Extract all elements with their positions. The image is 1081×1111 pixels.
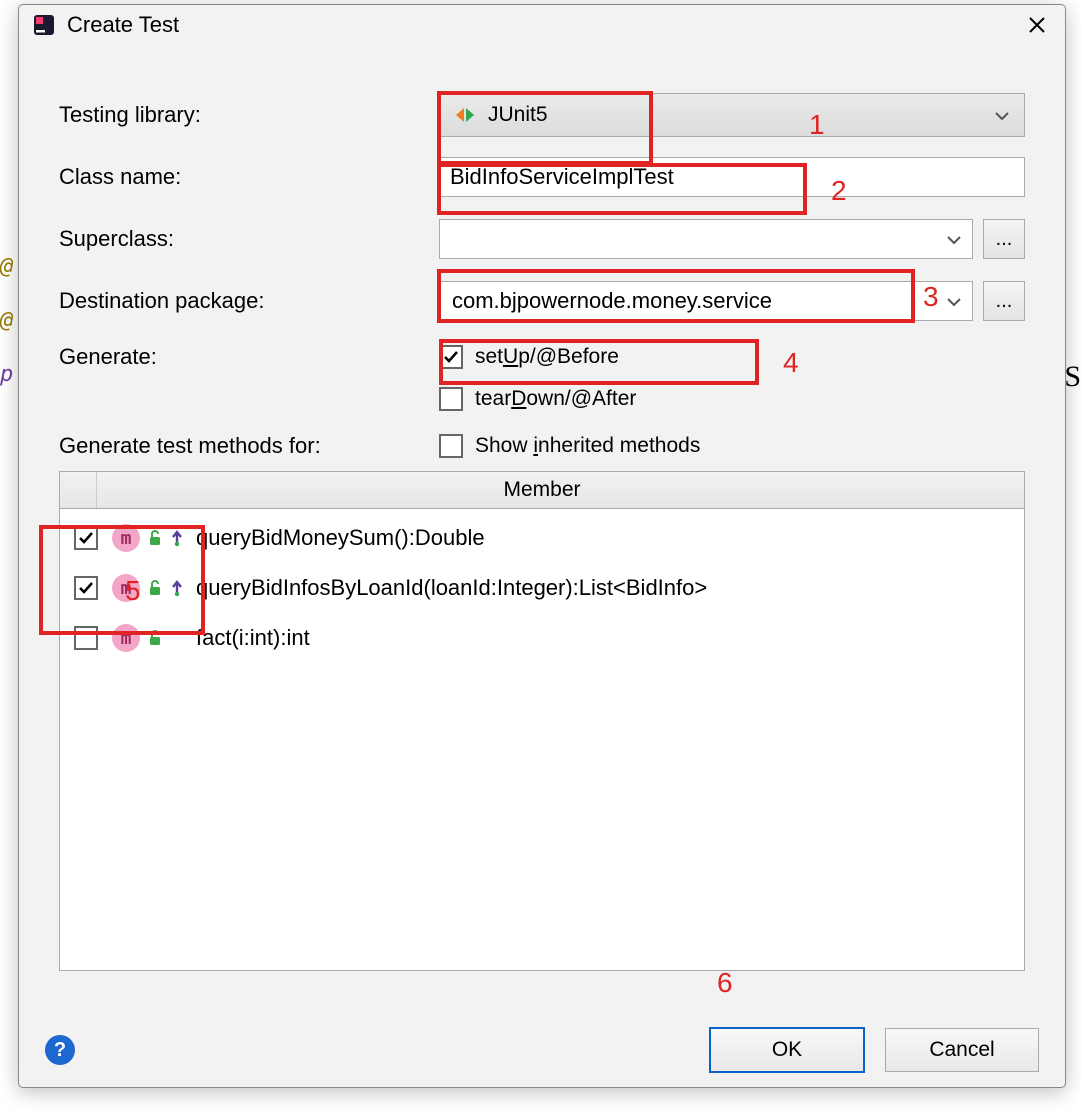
testing-library-label: Testing library: — [59, 102, 439, 128]
generate-methods-label: Generate test methods for: — [59, 425, 439, 467]
superclass-label: Superclass: — [59, 226, 439, 252]
dialog-title: Create Test — [67, 12, 179, 38]
testing-library-dropdown[interactable]: JUnit5 — [439, 93, 1025, 137]
method-icon: m — [112, 574, 140, 602]
lock-open-icon — [146, 579, 164, 597]
member-checkbox[interactable] — [74, 526, 98, 550]
destination-package-input[interactable] — [450, 287, 936, 315]
intellij-icon — [31, 12, 57, 38]
chevron-down-icon — [994, 103, 1010, 127]
show-inherited-label: Show inherited methods — [475, 434, 700, 458]
member-checkbox[interactable] — [74, 576, 98, 600]
background-code: @ @ p — [0, 240, 13, 402]
member-row[interactable]: m queryBidInfosByLoanId(loanId:Integer):… — [60, 563, 1024, 613]
ok-button[interactable]: OK — [709, 1027, 865, 1073]
class-name-input[interactable] — [439, 157, 1025, 197]
help-button[interactable]: ? — [45, 1035, 75, 1065]
create-test-dialog: Create Test Testing library: JUnit5 Clas… — [18, 4, 1066, 1088]
override-icon — [170, 579, 184, 597]
cancel-button[interactable]: Cancel — [885, 1028, 1039, 1072]
show-inherited-checkbox[interactable] — [439, 434, 463, 458]
method-icon: m — [112, 624, 140, 652]
chevron-down-icon — [946, 289, 962, 313]
destination-package-browse-button[interactable]: ... — [983, 281, 1025, 321]
member-signature: fact(i:int):int — [196, 625, 310, 651]
member-signature: queryBidInfosByLoanId(loanId:Integer):Li… — [196, 575, 707, 601]
member-list: Member m queryBidMoneySum():Double m que… — [59, 471, 1025, 971]
testing-library-value: JUnit5 — [488, 103, 548, 127]
chevron-down-icon — [946, 227, 962, 251]
setup-label: setUp/@Before — [475, 345, 619, 369]
lock-open-icon — [146, 529, 164, 547]
superclass-browse-button[interactable]: ... — [983, 219, 1025, 259]
destination-package-label: Destination package: — [59, 288, 439, 314]
member-row[interactable]: m queryBidMoneySum():Double — [60, 513, 1024, 563]
junit-icon — [454, 104, 476, 126]
superclass-combo[interactable] — [439, 219, 973, 259]
close-button[interactable] — [1021, 9, 1053, 41]
background-letter: S — [1064, 360, 1081, 394]
dialog-footer: ? OK Cancel — [19, 1013, 1065, 1087]
generate-label: Generate: — [59, 344, 439, 370]
member-row[interactable]: m fact(i:int):int — [60, 613, 1024, 663]
titlebar: Create Test — [19, 5, 1065, 45]
teardown-checkbox[interactable] — [439, 387, 463, 411]
setup-checkbox[interactable] — [439, 345, 463, 369]
teardown-label: tearDown/@After — [475, 387, 636, 411]
member-header: Member — [60, 472, 1024, 509]
override-icon — [170, 529, 184, 547]
member-signature: queryBidMoneySum():Double — [196, 525, 485, 551]
superclass-input[interactable] — [450, 225, 936, 253]
member-checkbox[interactable] — [74, 626, 98, 650]
lock-open-icon — [146, 629, 164, 647]
method-icon: m — [112, 524, 140, 552]
close-icon — [1027, 15, 1047, 35]
class-name-label: Class name: — [59, 164, 439, 190]
annotation-6: 6 — [717, 967, 733, 999]
destination-package-combo[interactable] — [439, 281, 973, 321]
